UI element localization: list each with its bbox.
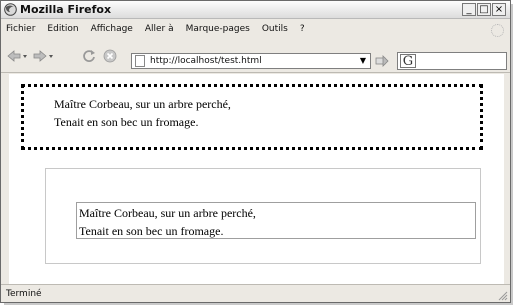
dotted-border-box: Maître Corbeau, sur un arbre perché, Ten… <box>21 84 483 150</box>
poem-line-2: Tenait en son bec un fromage. <box>79 224 224 238</box>
menu-bar: Fichier Edition Affichage Aller à Marque… <box>1 19 510 39</box>
throbber-icon <box>491 24 504 37</box>
menu-marque-pages[interactable]: Marque-pages <box>186 24 250 34</box>
status-text: Terminé <box>6 289 42 299</box>
back-arrow-icon[interactable] <box>7 49 29 63</box>
navigation-toolbar: http://localhost/test.html ▼ G <box>1 39 510 73</box>
status-bar: Terminé <box>1 284 510 302</box>
poem-text: Maître Corbeau, sur un arbre perché, Ten… <box>79 204 256 240</box>
window-controls: _ □ × <box>462 3 506 16</box>
window-title: Mozilla Firefox <box>20 3 112 16</box>
poem-line-2: Tenait en son bec un fromage. <box>54 115 199 129</box>
forward-arrow-icon[interactable] <box>33 49 55 63</box>
go-icon[interactable] <box>375 55 389 67</box>
inner-bordered-box: Maître Corbeau, sur un arbre perché, Ten… <box>76 202 476 239</box>
poem-text: Maître Corbeau, sur un arbre perché, Ten… <box>54 95 231 131</box>
reload-icon[interactable] <box>82 49 96 63</box>
menu-outils[interactable]: Outils <box>262 24 288 34</box>
search-engine-icon[interactable]: G <box>400 54 416 69</box>
menu-affichage[interactable]: Affichage <box>91 24 133 34</box>
url-text[interactable]: http://localhost/test.html <box>150 54 262 68</box>
title-bar[interactable]: Mozilla Firefox _ □ × <box>1 1 510 19</box>
page-icon <box>135 55 145 67</box>
search-box[interactable]: G <box>397 52 507 70</box>
close-button[interactable]: × <box>492 3 506 16</box>
page-content: Maître Corbeau, sur un arbre perché, Ten… <box>9 74 504 284</box>
chevron-down-icon[interactable]: ▼ <box>357 55 369 67</box>
url-bar[interactable]: http://localhost/test.html ▼ <box>131 53 371 69</box>
poem-line-1: Maître Corbeau, sur un arbre perché, <box>54 97 231 111</box>
outer-bordered-box: Maître Corbeau, sur un arbre perché, Ten… <box>45 168 481 264</box>
menu-edition[interactable]: Edition <box>47 24 78 34</box>
resize-grip-icon[interactable] <box>496 289 508 301</box>
minimize-button[interactable]: _ <box>462 3 476 16</box>
maximize-button[interactable]: □ <box>477 3 491 16</box>
poem-line-1: Maître Corbeau, sur un arbre perché, <box>79 206 256 220</box>
browser-window: Mozilla Firefox _ □ × Fichier Edition Af… <box>0 0 511 303</box>
menu-aller[interactable]: Aller à <box>145 24 174 34</box>
firefox-icon <box>4 3 17 16</box>
stop-icon[interactable] <box>103 49 117 63</box>
menu-fichier[interactable]: Fichier <box>6 24 35 34</box>
menu-help[interactable]: ? <box>300 24 305 34</box>
